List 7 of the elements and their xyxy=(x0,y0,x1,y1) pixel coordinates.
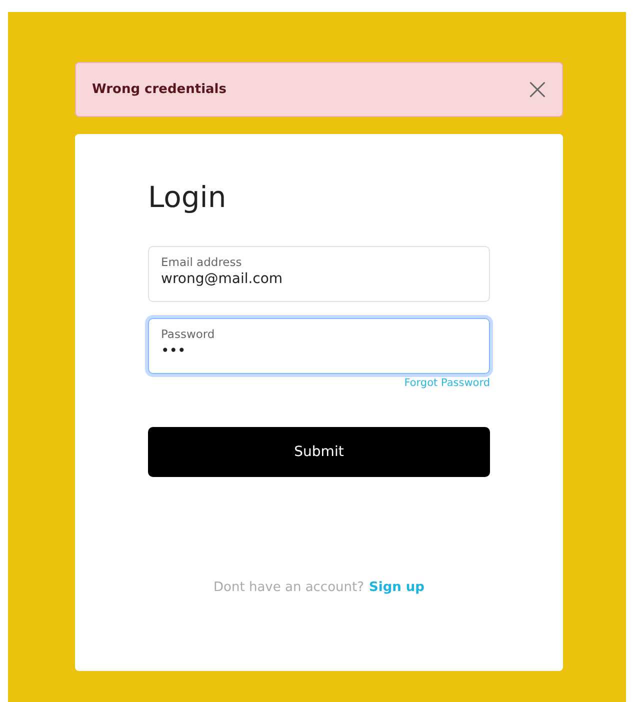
alert-message: Wrong credentials xyxy=(92,82,226,97)
submit-button[interactable]: Submit xyxy=(148,427,490,477)
close-button[interactable]: × xyxy=(518,74,556,104)
password-field[interactable]: Password ••• xyxy=(148,318,490,374)
signup-prompt: Dont have an account? xyxy=(214,580,364,595)
email-field[interactable]: Email address wrong@mail.com xyxy=(148,246,490,302)
login-title: Login xyxy=(148,179,228,216)
